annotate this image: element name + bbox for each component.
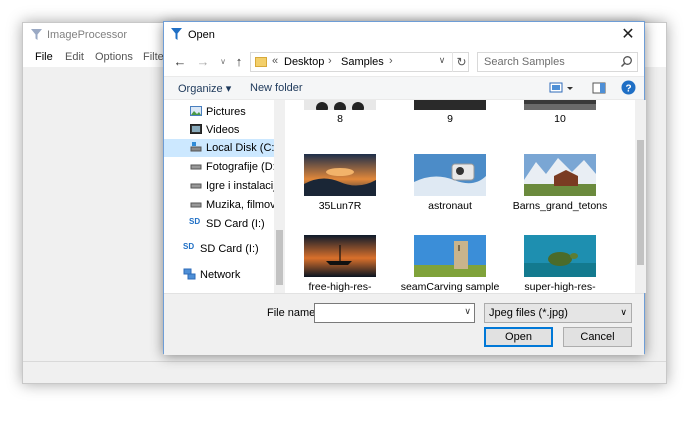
drive-icon	[190, 179, 202, 194]
nav-item-sd-card-child[interactable]: SD SD Card (I:)	[164, 215, 274, 233]
file-type-value: Jpeg files (*.jpg)	[489, 307, 568, 319]
change-view-icon[interactable]	[549, 81, 575, 98]
drive-icon	[190, 198, 202, 213]
search-input[interactable]: Search Samples	[484, 56, 565, 68]
sd-card-icon: SD	[183, 242, 195, 251]
file-label: seamCarving sample	[400, 281, 500, 293]
file-tile-free-high-res[interactable]: free-high-res-wallpaper-23	[288, 230, 392, 293]
dialog-titlebar: Open ✕	[164, 22, 644, 48]
nav-item-igre[interactable]: Igre i instalacije (	[164, 177, 285, 195]
drive-icon	[190, 160, 202, 175]
file-thumbnail	[414, 100, 486, 110]
file-label: 9	[447, 113, 453, 125]
nav-item-sd-card[interactable]: SD SD Card (I:)	[164, 240, 274, 258]
file-tile-10[interactable]: 10	[508, 100, 612, 126]
file-list-scrollbar-thumb[interactable]	[637, 140, 644, 265]
breadcrumb-desktop[interactable]: Desktop	[284, 56, 324, 68]
up-arrow-icon[interactable]: ↑	[230, 53, 248, 71]
file-tile-super-high-res[interactable]: super-high-res-wallpaper-4	[508, 230, 612, 293]
file-thumbnail	[414, 154, 486, 196]
file-type-select[interactable]: Jpeg files (*.jpg) ∨	[484, 303, 632, 323]
file-name-label: File name:	[267, 307, 319, 319]
open-button[interactable]: Open	[484, 327, 553, 347]
nav-item-videos[interactable]: Videos	[164, 121, 274, 139]
navigation-bar: ← → ∨ ↑ « Desktop › Samples › ∨ ↻ Search…	[164, 49, 644, 75]
file-tile-barns[interactable]: Barns_grand_tetons	[508, 144, 612, 212]
file-name-input[interactable]: ∨	[314, 303, 475, 323]
search-icon	[620, 55, 633, 71]
menu-edit[interactable]: Edit	[65, 51, 84, 63]
nav-scrollbar[interactable]	[274, 100, 285, 293]
folder-icon	[255, 57, 267, 67]
file-label: astronaut	[428, 200, 472, 212]
file-label: super-high-res-wallpaper-4	[524, 281, 596, 293]
new-folder-button[interactable]: New folder	[250, 82, 303, 94]
file-list: 8 9 10 35Lun7R astronaut Barns_grand_tet…	[288, 100, 635, 293]
file-thumbnail	[524, 100, 596, 110]
open-dialog: Open ✕ ← → ∨ ↑ « Desktop › Samples › ∨ ↻…	[163, 21, 646, 355]
file-label: 10	[554, 113, 566, 125]
chevron-down-icon: ∨	[620, 307, 627, 317]
nav-item-muzika[interactable]: Muzika, filmovi,	[164, 196, 281, 214]
forward-arrow-icon[interactable]: →	[194, 53, 212, 71]
pictures-icon	[190, 105, 202, 120]
preview-pane-icon[interactable]	[592, 81, 606, 98]
organize-button[interactable]: Organize ▾	[178, 82, 231, 95]
breadcrumb-separator[interactable]: ›	[328, 55, 332, 67]
file-label: Barns_grand_tetons	[512, 200, 608, 212]
close-button[interactable]: ✕	[612, 22, 644, 48]
breadcrumb-separator[interactable]: ›	[389, 55, 393, 67]
overflow-chevron[interactable]: «	[272, 55, 278, 67]
file-thumbnail	[304, 154, 376, 196]
file-thumbnail	[304, 235, 376, 277]
file-thumbnail	[304, 100, 376, 110]
app-title: ImageProcessor	[47, 29, 128, 41]
file-tile-8[interactable]: 8	[288, 100, 392, 126]
file-thumbnail	[524, 235, 596, 277]
refresh-icon[interactable]: ↻	[452, 52, 470, 72]
file-thumbnail	[524, 154, 596, 196]
search-box[interactable]: Search Samples	[477, 52, 638, 72]
file-label: 35Lun7R	[318, 200, 362, 212]
sd-card-icon: SD	[189, 217, 201, 226]
navigation-pane: Pictures Videos Local Disk (C:) Fotograf…	[164, 100, 285, 293]
file-label: 8	[337, 113, 343, 125]
svg-text:?: ?	[625, 84, 631, 95]
nav-item-local-disk[interactable]: Local Disk (C:)	[164, 139, 278, 157]
screen: ImageProcessor File Edit Options Filter …	[0, 0, 687, 424]
file-list-scrollbar[interactable]	[635, 100, 646, 293]
drive-icon	[190, 141, 202, 156]
funnel-icon	[171, 28, 182, 43]
file-tile-seamcarving[interactable]: seamCarving sample	[398, 230, 502, 293]
address-dropdown-chevron-icon[interactable]: ∨	[435, 55, 449, 73]
nav-item-pictures[interactable]: Pictures	[164, 103, 274, 121]
file-tile-35lun7r[interactable]: 35Lun7R	[288, 144, 392, 212]
command-toolbar: Organize ▾ New folder ?	[164, 76, 644, 100]
nav-scrollbar-thumb[interactable]	[276, 230, 283, 285]
chevron-down-icon[interactable]: ∨	[464, 306, 471, 317]
videos-icon	[190, 123, 202, 138]
file-tile-astronaut[interactable]: astronaut	[398, 144, 502, 212]
network-icon	[183, 268, 196, 283]
breadcrumb-samples[interactable]: Samples	[341, 56, 384, 68]
app-statusbar	[23, 361, 666, 383]
cancel-button[interactable]: Cancel	[563, 327, 632, 347]
dialog-title: Open	[188, 29, 215, 41]
help-icon[interactable]: ?	[621, 80, 636, 98]
dialog-footer: File name: ∨ Jpeg files (*.jpg) ∨ Open C…	[164, 293, 644, 355]
menu-file[interactable]: File	[35, 51, 53, 63]
file-thumbnail	[414, 235, 486, 277]
nav-item-network[interactable]: Network	[164, 266, 274, 284]
file-label: free-high-res-wallpaper-23	[308, 281, 372, 293]
file-tile-9[interactable]: 9	[398, 100, 502, 126]
funnel-icon	[31, 29, 42, 43]
menu-options[interactable]: Options	[95, 51, 133, 63]
back-arrow-icon[interactable]: ←	[171, 53, 189, 71]
nav-item-fotografije[interactable]: Fotografije (D:)	[164, 158, 279, 176]
